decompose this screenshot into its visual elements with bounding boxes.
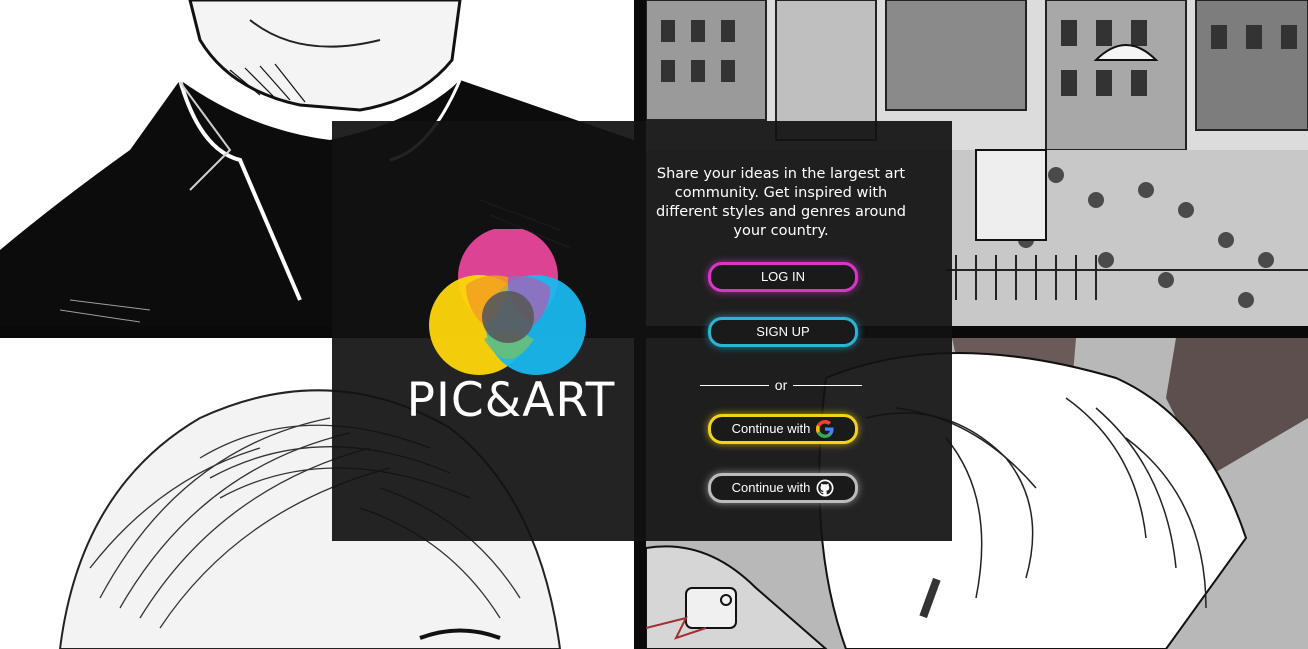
separator-text: or [774,377,788,393]
github-icon [816,479,834,497]
continue-with-google-button[interactable]: Continue with [708,414,858,444]
auth-panel: PIC&ART Share your ideas in the largest … [332,121,952,541]
separator-line-left [700,384,769,386]
or-separator: or [700,375,863,395]
tagline-text: Share your ideas in the largest art comm… [655,166,907,239]
continue-with-github-button[interactable]: Continue with [708,473,858,503]
github-button-label: Continue with [731,480,811,495]
brand-wordmark: PIC&ART [406,373,616,428]
landing-stage: PIC&ART Share your ideas in the largest … [0,0,1308,649]
google-icon [816,420,834,438]
google-button-label: Continue with [731,421,811,436]
login-button-label: LOG IN [760,269,806,284]
signup-button[interactable]: SIGN UP [708,317,858,347]
signup-button-label: SIGN UP [756,324,810,339]
separator-line-right [793,384,863,386]
login-button[interactable]: LOG IN [708,262,858,292]
